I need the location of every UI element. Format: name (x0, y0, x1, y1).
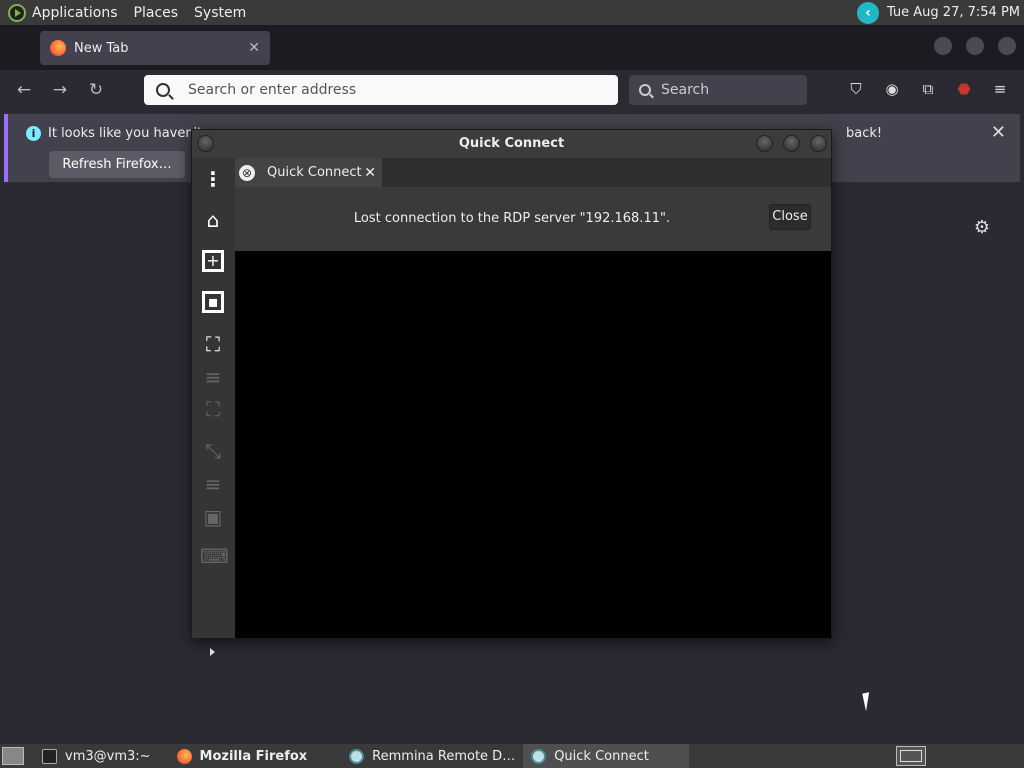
workspace-switcher[interactable] (896, 746, 926, 766)
maximize-window-icon[interactable] (966, 37, 984, 55)
workspace-1[interactable] (900, 750, 922, 762)
tab-new-tab[interactable]: New Tab ✕ (40, 31, 270, 65)
ublock-icon[interactable]: ⬣ (955, 80, 973, 98)
list-icon: ≡ (204, 365, 222, 389)
maximize-icon[interactable] (783, 135, 800, 152)
notification-message-end: back! (846, 126, 883, 141)
menu-applications[interactable]: Applications (32, 5, 118, 21)
address-bar[interactable]: Search or enter address (144, 75, 618, 105)
tab-label: Quick Connect (267, 165, 362, 180)
remmina-toolbar: ⋮ ⌂ + ▪ ⛶ ≡ ⛶ ⤡ ≡ ▣ ⌨ (192, 158, 235, 656)
menu-dots-icon[interactable]: ⋮ (200, 166, 226, 192)
notification-close-icon[interactable]: ✕ (991, 122, 1006, 143)
remmina-tab-row: ⊗ Quick Connect ✕ (235, 158, 831, 187)
info-icon: i (26, 126, 41, 141)
fit-window-icon: ⛶ (206, 397, 220, 421)
task-label: Remmina Remote D… (372, 748, 516, 764)
taskbar: vm3@vm3:~ Mozilla Firefox Remmina Remote… (0, 744, 1024, 768)
minimize-icon[interactable] (756, 135, 773, 152)
show-desktop-icon[interactable] (2, 747, 24, 765)
address-bar-placeholder: Search or enter address (188, 82, 357, 98)
firefox-tab-bar: New Tab ✕ (0, 25, 1024, 70)
task-quick-connect[interactable]: Quick Connect (523, 744, 690, 768)
search-icon (639, 84, 651, 96)
expand-toolbar-icon[interactable] (210, 648, 215, 656)
window-title: Quick Connect (458, 136, 565, 151)
applications-logo-icon[interactable] (8, 3, 26, 22)
menu-places[interactable]: Places (134, 5, 179, 21)
tab-close-icon[interactable]: ✕ (248, 40, 260, 56)
error-message: Lost connection to the RDP server "192.1… (353, 211, 671, 226)
task-label: vm3@vm3:~ (65, 748, 151, 764)
list-disabled-icon: ≡ (204, 472, 222, 496)
remmina-window: Quick Connect ⋮ ⌂ + ▪ ⛶ ≡ ⛶ ⤡ ≡ ▣ ⌨ ⊗ Qu… (191, 129, 832, 656)
notification-message: It looks like you haven't s (48, 126, 214, 141)
refresh-firefox-button[interactable]: Refresh Firefox… (49, 151, 185, 178)
firefox-icon (50, 40, 66, 56)
close-button[interactable]: Close (769, 204, 811, 230)
account-icon[interactable]: ◉ (883, 80, 901, 98)
menu-system[interactable]: System (194, 5, 246, 21)
task-label: Quick Connect (554, 748, 649, 764)
top-panel: Applications Places System ‹ Tue Aug 27,… (0, 0, 1024, 25)
new-connection-icon[interactable]: + (202, 250, 224, 272)
task-firefox[interactable]: Mozilla Firefox (169, 744, 316, 768)
search-box[interactable]: Search (629, 75, 807, 105)
remmina-icon (531, 748, 547, 764)
minimize-window-icon[interactable] (934, 37, 952, 55)
terminal-icon (42, 748, 57, 764)
keyboard-icon: ⌨ (200, 544, 229, 568)
pocket-icon[interactable]: ⛉ (847, 80, 865, 98)
tab-title: New Tab (74, 40, 129, 56)
home-icon[interactable]: ⌂ (200, 207, 226, 233)
remote-display-area[interactable] (235, 251, 831, 638)
search-icon (156, 83, 170, 97)
clock[interactable]: Tue Aug 27, 7:54 PM (887, 5, 1020, 20)
settings-gear-icon[interactable]: ⚙ (972, 218, 992, 238)
firefox-icon (176, 748, 192, 764)
tab-quick-connect[interactable]: ⊗ Quick Connect ✕ (235, 158, 382, 187)
close-icon[interactable] (810, 135, 827, 152)
reload-icon[interactable]: ↻ (85, 79, 107, 101)
tab-close-icon[interactable]: ✕ (364, 165, 376, 181)
forward-icon[interactable]: → (49, 79, 71, 101)
remmina-icon (349, 748, 365, 764)
connection-icon: ⊗ (239, 164, 255, 181)
extensions-icon[interactable]: ⧉ (919, 80, 937, 98)
task-terminal[interactable]: vm3@vm3:~ (34, 744, 159, 768)
hamburger-menu-icon[interactable]: ≡ (991, 80, 1009, 98)
connection-error-bar: Lost connection to the RDP server "192.1… (235, 187, 831, 251)
resize-icon: ⤡ (205, 439, 221, 463)
screenshot-icon: ▣ (203, 505, 223, 529)
task-label: Mozilla Firefox (199, 748, 308, 764)
search-box-placeholder: Search (661, 82, 710, 98)
close-window-icon[interactable] (998, 37, 1016, 55)
remmina-titlebar[interactable]: Quick Connect (192, 130, 831, 158)
remote-desktop-tray-icon[interactable]: ‹ (856, 1, 879, 24)
scaled-mode-icon[interactable]: ▪ (202, 291, 224, 313)
firefox-nav-bar: ← → ↻ Search or enter address Search ⛉ ◉… (0, 70, 1024, 110)
back-icon[interactable]: ← (13, 79, 35, 101)
mouse-cursor-icon (862, 690, 880, 712)
fullscreen-icon[interactable]: ⛶ (200, 331, 226, 357)
task-remmina[interactable]: Remmina Remote D… (341, 744, 523, 768)
